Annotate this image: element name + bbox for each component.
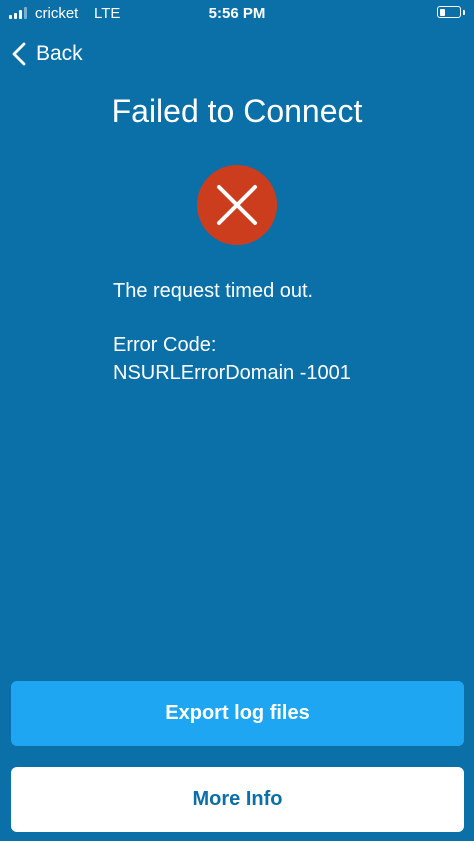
error-code-label: Error Code: bbox=[113, 334, 217, 356]
status-time: 5:56 PM bbox=[208, 5, 266, 22]
export-log-files-button[interactable]: Export log files bbox=[11, 681, 464, 746]
battery-tip bbox=[463, 10, 465, 15]
more-info-button[interactable]: More Info bbox=[11, 767, 464, 832]
back-label: Back bbox=[36, 42, 83, 65]
back-button[interactable]: Back bbox=[12, 38, 83, 70]
page-title: Failed to Connect bbox=[111, 93, 363, 129]
status-bar: cricket LTE 5:56 PM bbox=[0, 0, 474, 28]
chevron-left-icon bbox=[12, 42, 26, 66]
battery-level bbox=[439, 8, 445, 16]
battery-icon bbox=[437, 6, 461, 18]
error-code-value: NSURLErrorDomain -1001 bbox=[113, 362, 351, 384]
error-message: The request timed out. bbox=[113, 280, 314, 302]
error-x-icon bbox=[197, 165, 277, 245]
